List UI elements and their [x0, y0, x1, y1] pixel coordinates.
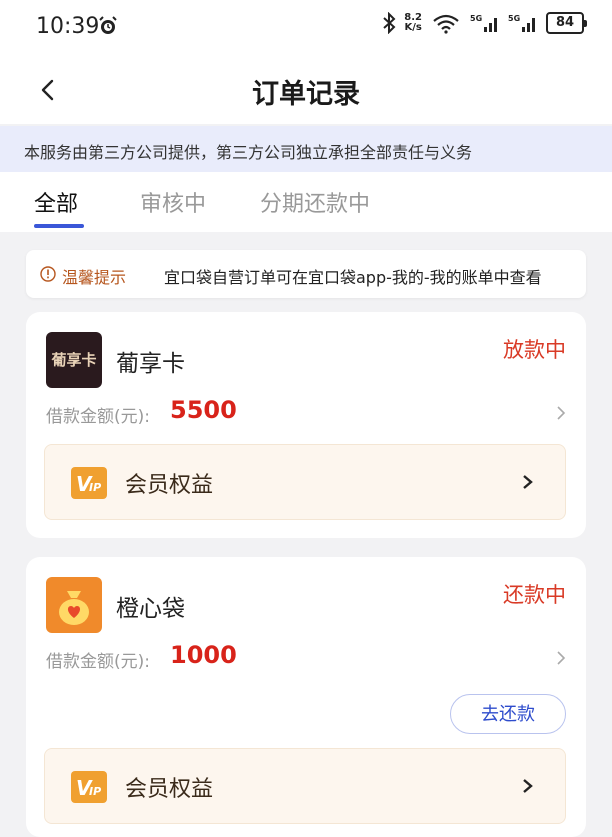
status-bar: 10:39 8.2 K/s 5G 5G 84: [0, 0, 612, 58]
info-icon: [40, 266, 56, 282]
svg-text:5G: 5G: [470, 14, 482, 23]
amount-value: 1000: [170, 641, 237, 669]
chevron-right-icon: [523, 475, 533, 489]
warm-tip: 温馨提示 宜口袋自营订单可在宜口袋app-我的-我的账单中查看: [26, 250, 586, 298]
status-time: 10:39: [36, 14, 100, 39]
network-speed: 8.2 K/s: [404, 12, 422, 33]
product-logo: 葡享卡: [46, 332, 102, 388]
amount-value: 5500: [170, 396, 237, 424]
money-bag-icon: [59, 591, 89, 625]
product-name: 橙心袋: [116, 596, 185, 622]
vip-benefits-row[interactable]: V IP 会员权益: [44, 748, 566, 824]
order-card[interactable]: 葡享卡 葡享卡 放款中 借款金额(元): 5500 V IP 会员权益: [26, 312, 586, 538]
svg-text:IP: IP: [89, 785, 101, 798]
vip-icon: V IP: [71, 771, 107, 803]
svg-text:IP: IP: [89, 481, 101, 494]
order-status: 还款中: [503, 583, 566, 607]
tab-installment-repaying[interactable]: 分期还款中: [260, 186, 370, 218]
tab-all[interactable]: 全部: [34, 186, 78, 218]
page-title: 订单记录: [252, 79, 360, 110]
chevron-right-icon[interactable]: [554, 651, 568, 665]
active-tab-indicator: [34, 224, 84, 228]
vip-benefits-label: 会员权益: [125, 473, 214, 498]
amount-label: 借款金额(元):: [46, 407, 150, 427]
svg-text:5G: 5G: [508, 14, 520, 23]
bluetooth-icon: [383, 12, 396, 34]
product-name: 葡享卡: [116, 351, 185, 377]
chevron-right-icon: [523, 779, 533, 793]
amount-label: 借款金额(元):: [46, 652, 150, 672]
battery-icon: 84: [546, 12, 587, 34]
signal-5g-icon-2: 5G: [508, 14, 535, 32]
tab-bar: 全部 审核中 分期还款中: [0, 172, 612, 232]
vip-icon: V IP: [71, 467, 107, 499]
wifi-icon: [433, 14, 459, 34]
notice-text: 本服务由第三方公司提供，第三方公司独立承担全部责任与义务: [24, 143, 473, 162]
signal-5g-icon: 5G: [470, 14, 497, 32]
service-notice-banner: 本服务由第三方公司提供，第三方公司独立承担全部责任与义务: [0, 126, 612, 172]
order-status: 放款中: [503, 338, 566, 362]
repay-button[interactable]: 去还款: [450, 694, 566, 734]
tip-label: 温馨提示: [62, 268, 127, 287]
nav-bar: 订单记录: [0, 58, 612, 124]
vip-benefits-row[interactable]: V IP 会员权益: [44, 444, 566, 520]
tab-under-review[interactable]: 审核中: [140, 186, 206, 218]
order-card[interactable]: 橙心袋 还款中 借款金额(元): 1000 去还款 V IP 会员权益: [26, 557, 586, 837]
chevron-right-icon[interactable]: [554, 406, 568, 420]
tip-text: 宜口袋自营订单可在宜口袋app-我的-我的账单中查看: [164, 268, 542, 287]
status-icons: 8.2 K/s 5G 5G 84: [382, 12, 587, 34]
product-logo: [46, 577, 102, 633]
alarm-icon: [99, 16, 117, 34]
vip-benefits-label: 会员权益: [125, 777, 214, 802]
